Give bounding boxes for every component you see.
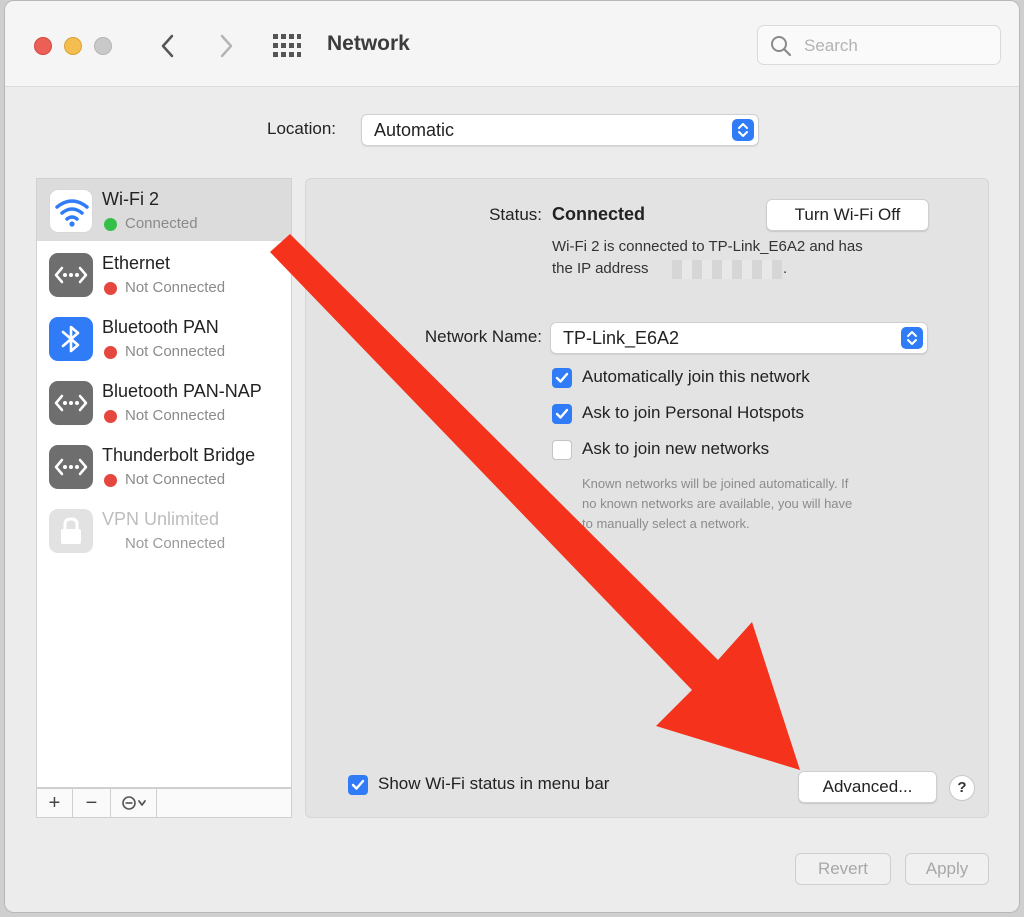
service-status: Not Connected (125, 471, 226, 488)
zoom-button[interactable] (94, 37, 112, 55)
action-gear-icon (121, 796, 146, 810)
network-name-label: Network Name: (424, 327, 542, 346)
service-name: Ethernet (102, 253, 171, 273)
service-item-bluetooth-pan[interactable]: Bluetooth PAN Not Connected (37, 307, 291, 369)
apply-button[interactable]: Apply (905, 853, 989, 885)
join-note-line3: to manually select a network. (582, 516, 750, 531)
status-dot-green (104, 218, 117, 231)
ip-address-redacted (672, 260, 782, 279)
ethernet-icon (49, 445, 93, 489)
minimize-button[interactable] (64, 37, 82, 55)
status-dot-red (104, 282, 117, 295)
titlebar: Network (5, 1, 1019, 87)
service-item-wifi-2[interactable]: Wi-Fi 2 Connected (37, 179, 291, 241)
status-description-end: . (783, 260, 788, 277)
service-item-bluetooth-pan-nap[interactable]: Bluetooth PAN-NAP Not Connected (37, 371, 291, 433)
personal-hotspots-checkbox[interactable] (552, 404, 572, 424)
status-description-line2: the IP address (552, 260, 649, 277)
network-name-value: TP-Link_E6A2 (563, 328, 680, 348)
status-label: Status: (489, 205, 542, 224)
location-label: Location: (267, 119, 336, 138)
location-popup[interactable]: Automatic (361, 114, 759, 146)
checkmark-icon (351, 779, 365, 790)
checkmark-icon (555, 408, 569, 419)
auto-join-checkbox[interactable] (552, 368, 572, 388)
status-dot-red (104, 410, 117, 423)
service-status: Not Connected (125, 343, 226, 360)
service-item-thunderbolt-bridge[interactable]: Thunderbolt Bridge Not Connected (37, 435, 291, 497)
join-note-line1: Known networks will be joined automatica… (582, 476, 849, 491)
join-note-line2: no known networks are available, you wil… (582, 496, 853, 511)
location-value: Automatic (374, 120, 455, 140)
status-dot-red (104, 346, 117, 359)
window-title: Network (327, 32, 410, 55)
network-name-popup[interactable]: TP-Link_E6A2 (550, 322, 928, 354)
ask-new-networks-label: Ask to join new networks (582, 439, 770, 458)
popup-arrows-icon (901, 327, 923, 349)
close-button[interactable] (34, 37, 52, 55)
forward-button[interactable] (211, 31, 241, 61)
back-button[interactable] (153, 31, 183, 61)
auto-join-label: Automatically join this network (582, 367, 810, 386)
popup-arrows-icon (732, 119, 754, 141)
service-name: Bluetooth PAN-NAP (102, 381, 262, 401)
service-status: Not Connected (125, 279, 226, 296)
service-item-vpn-unlimited[interactable]: VPN Unlimited Not Connected (37, 499, 291, 561)
bluetooth-icon (49, 317, 93, 361)
help-button[interactable]: ? (949, 775, 975, 801)
service-list-toolbar: + − (36, 788, 292, 818)
grid-icon (273, 34, 301, 57)
ethernet-icon (49, 253, 93, 297)
service-name: Thunderbolt Bridge (102, 445, 256, 465)
status-value: Connected (552, 204, 646, 224)
personal-hotspots-label: Ask to join Personal Hotspots (582, 403, 805, 422)
action-menu-button[interactable] (111, 789, 157, 817)
status-description-line1: Wi-Fi 2 is connected to TP-Link_E6A2 and… (552, 238, 863, 255)
search-input[interactable] (802, 34, 992, 58)
revert-button[interactable]: Revert (795, 853, 891, 885)
service-status: Not Connected (125, 535, 226, 552)
show-all-button[interactable] (273, 34, 301, 58)
checkmark-icon (555, 372, 569, 383)
add-service-button[interactable]: + (37, 789, 73, 817)
service-item-ethernet[interactable]: Ethernet Not Connected (37, 243, 291, 305)
service-name: Bluetooth PAN (102, 317, 219, 337)
wifi-icon (49, 189, 93, 233)
ethernet-icon (49, 381, 93, 425)
show-wifi-status-checkbox[interactable] (348, 775, 368, 795)
ask-new-networks-checkbox[interactable] (552, 440, 572, 460)
service-name: VPN Unlimited (102, 509, 220, 529)
service-status: Connected (125, 215, 198, 232)
network-preferences-window: Network Location: Automatic (4, 0, 1020, 913)
turn-wifi-off-button[interactable]: Turn Wi-Fi Off (766, 199, 929, 231)
chevron-left-icon (161, 34, 174, 58)
service-name: Wi-Fi 2 (102, 189, 159, 209)
advanced-button[interactable]: Advanced... (798, 771, 937, 803)
search-icon (771, 36, 792, 57)
service-status: Not Connected (125, 407, 226, 424)
remove-service-button[interactable]: − (73, 789, 111, 817)
status-dot-red (104, 474, 117, 487)
chevron-right-icon (220, 34, 233, 58)
service-list: Wi-Fi 2 Connected Ethernet Not Connected… (36, 178, 292, 788)
service-detail-pane: Status: Connected Turn Wi-Fi Off Wi-Fi 2… (305, 178, 989, 818)
show-wifi-status-label: Show Wi-Fi status in menu bar (378, 774, 610, 793)
lock-icon (49, 509, 93, 553)
search-field[interactable] (757, 25, 1001, 65)
